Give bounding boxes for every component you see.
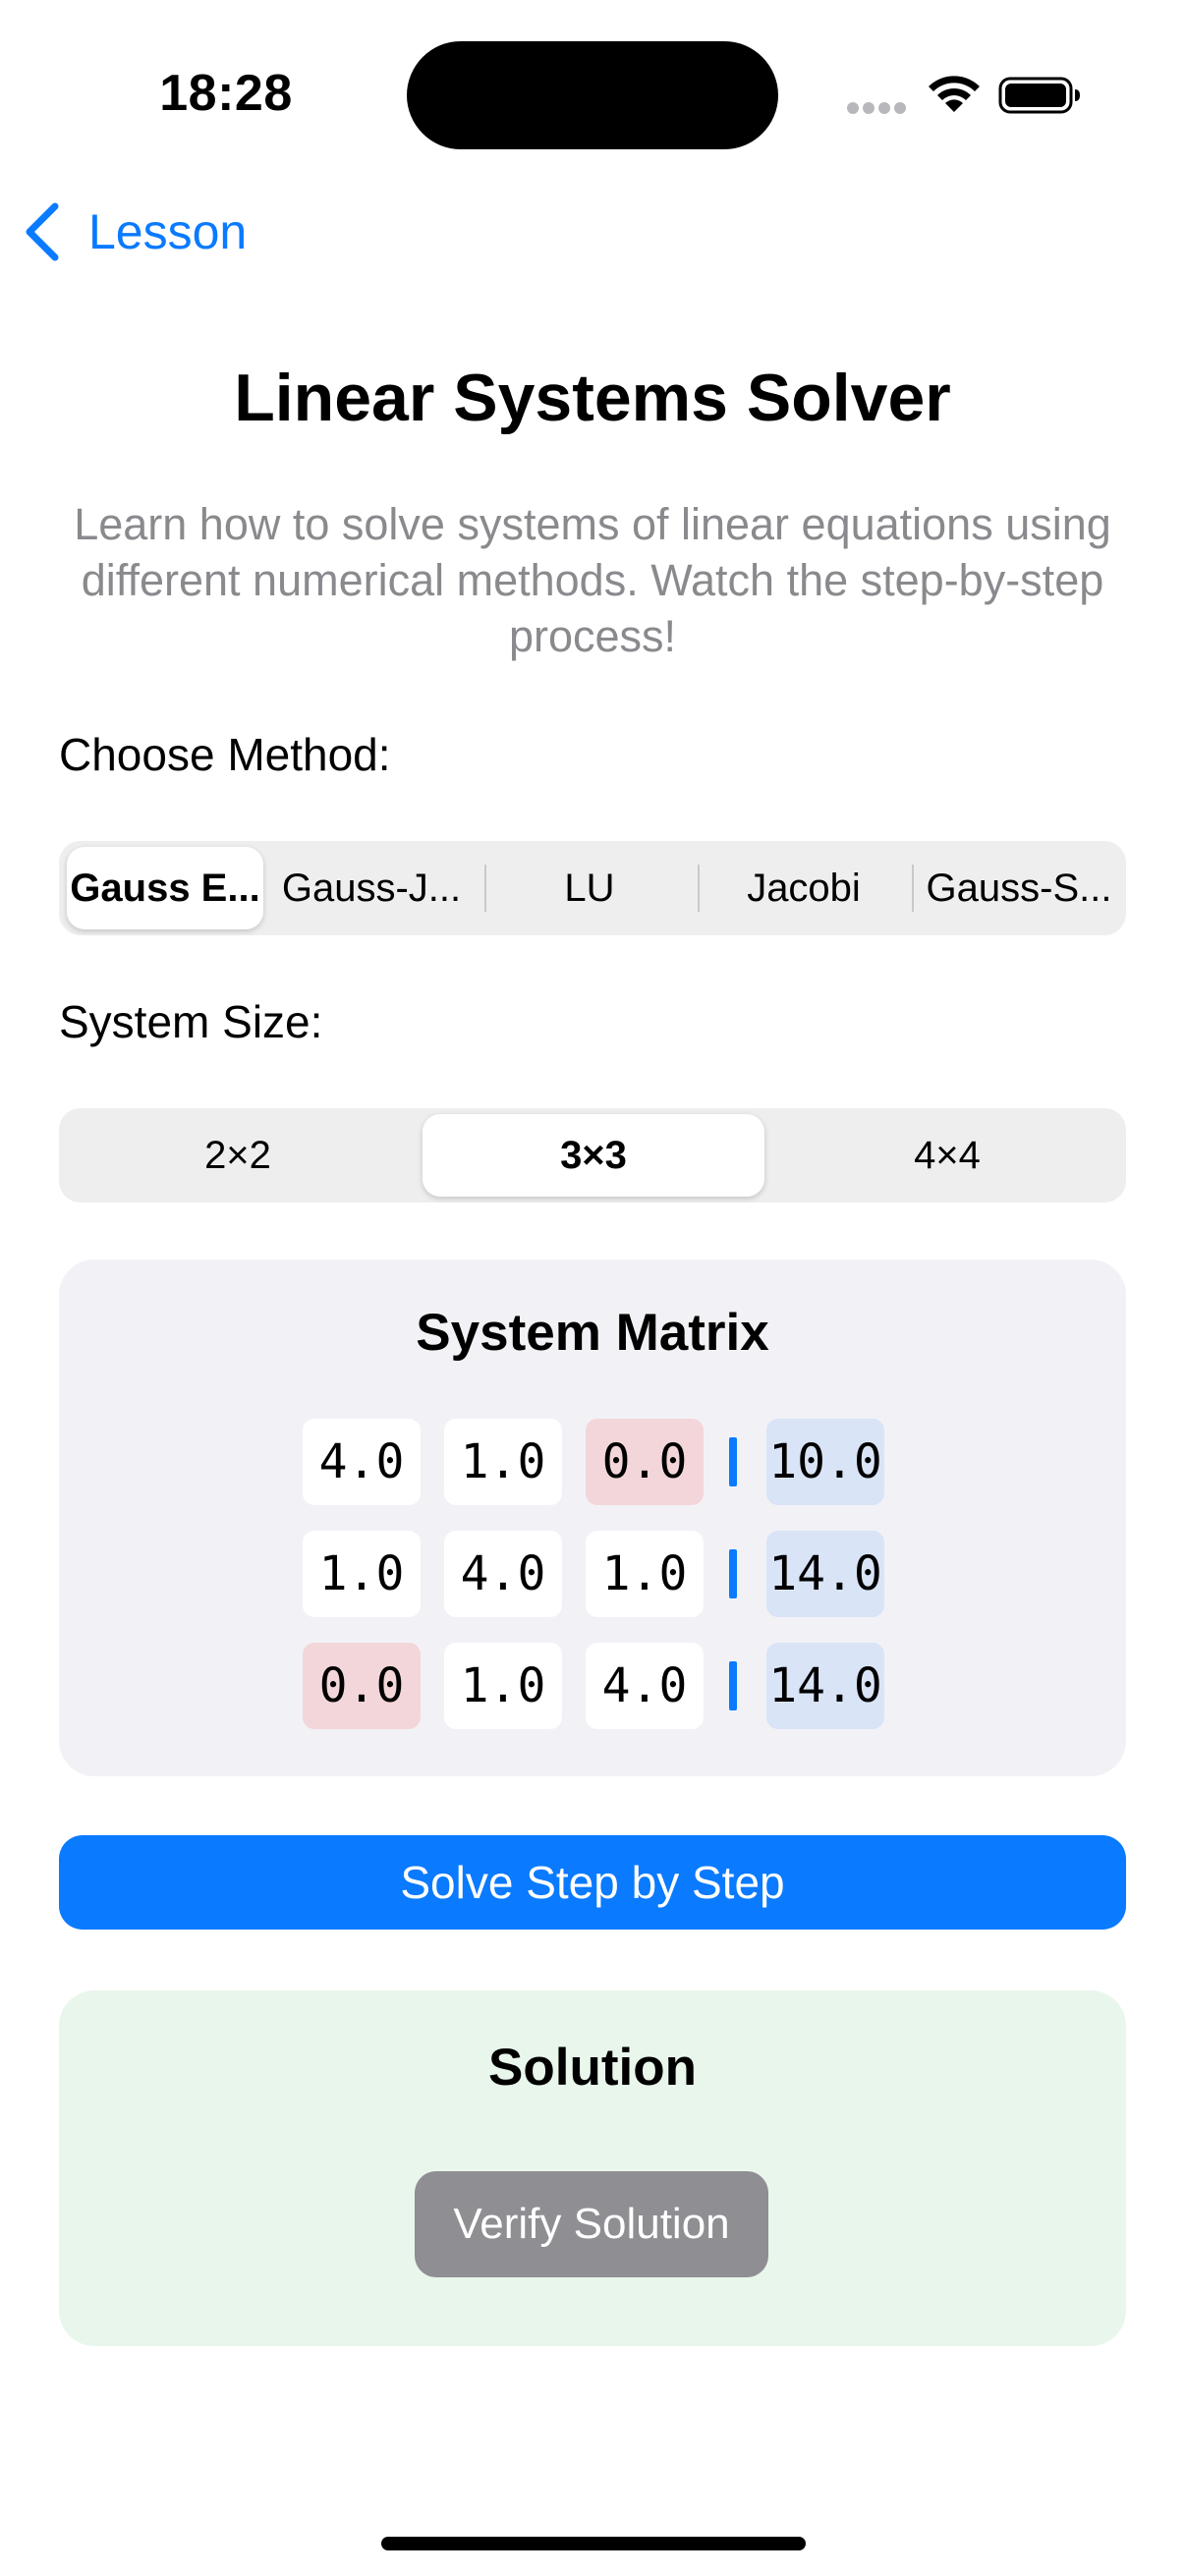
verify-solution-button[interactable]: Verify Solution — [415, 2171, 768, 2277]
matrix-cell-r3c1[interactable]: 0.0 — [303, 1643, 421, 1729]
matrix-cell-r3c3[interactable]: 4.0 — [586, 1643, 704, 1729]
matrix-cell-r2c1[interactable]: 1.0 — [303, 1531, 421, 1617]
matrix-cell-r1c2[interactable]: 1.0 — [444, 1419, 562, 1505]
augment-separator — [729, 1437, 737, 1486]
status-time: 18:28 — [159, 65, 293, 122]
size-option-3x3[interactable]: 3×3 — [423, 1114, 764, 1197]
page-description: Learn how to solve systems of linear equ… — [74, 499, 1111, 661]
segment-divider — [698, 865, 700, 912]
wifi-icon — [926, 73, 983, 116]
matrix-title: System Matrix — [416, 1304, 769, 1362]
augment-separator — [729, 1661, 737, 1710]
size-option-2x2[interactable]: 2×2 — [67, 1114, 409, 1197]
matrix-rhs-r2[interactable]: 14.0 — [766, 1531, 884, 1617]
back-label: Lesson — [88, 204, 248, 259]
method-option-jacobi[interactable]: Jacobi — [705, 847, 902, 929]
size-option-4x4[interactable]: 4×4 — [776, 1114, 1118, 1197]
home-indicator — [381, 2537, 806, 2550]
chevron-left-icon — [26, 202, 59, 261]
method-option-gauss-jordan[interactable]: Gauss-J... — [273, 847, 470, 929]
system-matrix-card: System Matrix 4.0 1.0 0.0 10.0 1.0 4.0 1… — [59, 1260, 1126, 1776]
method-option-gauss-elimination[interactable]: Gauss E... — [67, 847, 263, 929]
size-label: System Size: — [59, 996, 323, 1047]
page-title: Linear Systems Solver — [234, 361, 951, 435]
matrix-rhs-r3[interactable]: 14.0 — [766, 1643, 884, 1729]
size-segmented-control: 2×2 3×3 4×4 — [59, 1108, 1126, 1203]
solution-title: Solution — [488, 2039, 697, 2097]
matrix-rhs-r1[interactable]: 10.0 — [766, 1419, 884, 1505]
back-button[interactable]: Lesson — [22, 193, 277, 271]
segment-divider — [484, 865, 486, 912]
method-option-lu[interactable]: LU — [491, 847, 688, 929]
method-label: Choose Method: — [59, 729, 391, 780]
segment-divider — [912, 865, 914, 912]
solve-step-by-step-button[interactable]: Solve Step by Step — [59, 1835, 1126, 1930]
matrix-cell-r2c3[interactable]: 1.0 — [586, 1531, 704, 1617]
matrix-cell-r2c2[interactable]: 4.0 — [444, 1531, 562, 1617]
augment-separator — [729, 1549, 737, 1598]
method-segmented-control: Gauss E... Gauss-J... LU Jacobi Gauss-S.… — [59, 841, 1126, 935]
matrix-cell-r1c3[interactable]: 0.0 — [586, 1419, 704, 1505]
battery-icon — [998, 73, 1081, 116]
cellular-signal-icon — [847, 102, 908, 116]
matrix-cell-r3c2[interactable]: 1.0 — [444, 1643, 562, 1729]
method-option-gauss-seidel[interactable]: Gauss-S... — [920, 847, 1118, 929]
dynamic-island — [407, 41, 778, 149]
matrix-cell-r1c1[interactable]: 4.0 — [303, 1419, 421, 1505]
solution-card: Solution Verify Solution — [59, 1990, 1126, 2346]
